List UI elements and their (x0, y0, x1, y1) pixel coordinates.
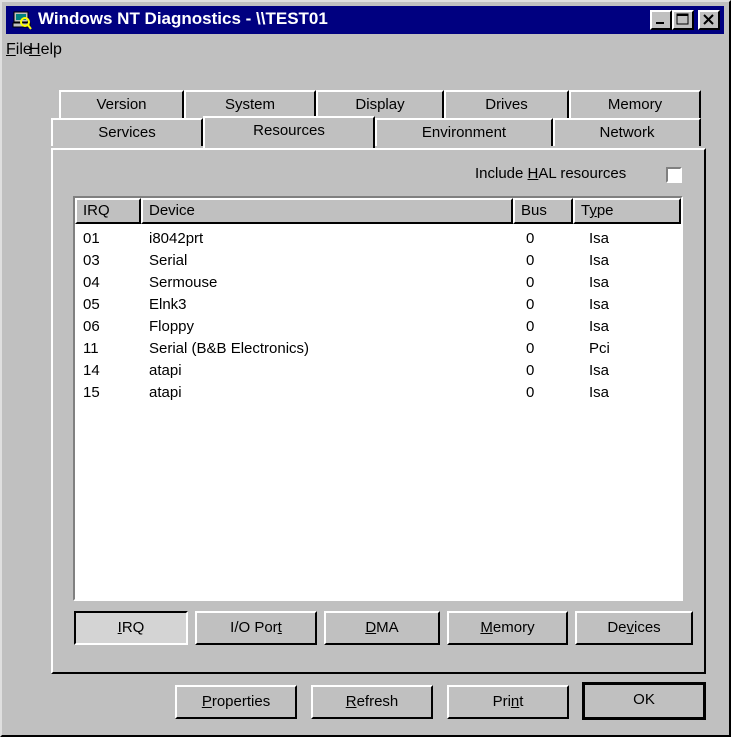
cell-type: Isa (589, 230, 610, 247)
properties-button[interactable]: Properties (175, 685, 297, 719)
memory-button[interactable]: Memory (447, 611, 568, 645)
hal-accelerator: H (527, 165, 539, 182)
cell-type: Isa (589, 384, 610, 401)
tab-services[interactable]: Services (51, 118, 203, 146)
tab-drives[interactable]: Drives (444, 90, 569, 118)
table-row[interactable]: 14 atapi 0 Isa (75, 362, 675, 384)
table-row[interactable]: 05 Elnk3 0 Isa (75, 296, 675, 318)
menu-help-accelerator: H (29, 41, 41, 58)
maximize-button[interactable] (672, 10, 694, 30)
minimize-button[interactable] (650, 10, 672, 30)
cell-device: atapi (149, 362, 182, 379)
close-button[interactable] (698, 10, 720, 30)
cell-bus: 0 (526, 318, 535, 335)
cell-irq: 01 (83, 230, 100, 247)
diagnostics-computer-icon (12, 10, 32, 30)
cell-irq: 04 (83, 274, 100, 291)
cell-irq: 03 (83, 252, 100, 269)
tab-version[interactable]: Version (59, 90, 184, 118)
cell-bus: 0 (526, 362, 535, 379)
tab-resources[interactable]: Resources (203, 116, 375, 148)
table-row[interactable]: 15 atapi 0 Isa (75, 384, 675, 406)
minimize-icon (656, 22, 664, 24)
include-hal-checkbox[interactable] (666, 167, 682, 183)
table-row[interactable]: 11 Serial (B&B Electronics) 0 Pci (75, 340, 675, 362)
cell-irq: 11 (83, 340, 99, 357)
cell-device: i8042prt (149, 230, 204, 247)
tab-display[interactable]: Display (316, 90, 444, 118)
cell-device: Elnk3 (149, 296, 187, 313)
cell-device: atapi (149, 384, 182, 401)
tab-memory[interactable]: Memory (569, 90, 701, 118)
menu-file[interactable]: File (6, 41, 32, 59)
diagnostics-window: Windows NT Diagnostics - \\TEST01 File H… (0, 0, 731, 737)
column-irq[interactable]: IRQ (75, 198, 141, 224)
cell-bus: 0 (526, 252, 535, 269)
cell-type: Isa (589, 252, 610, 269)
cell-irq: 06 (83, 318, 100, 335)
io-port-button[interactable]: I/O Port (195, 611, 317, 645)
maximize-icon (676, 13, 689, 25)
cell-irq: 05 (83, 296, 100, 313)
column-type[interactable]: Type (573, 198, 681, 224)
table-row[interactable]: 01 i8042prt 0 Isa (75, 230, 675, 252)
cell-irq: 14 (83, 362, 100, 379)
column-device[interactable]: Device (141, 198, 513, 224)
cell-bus: 0 (526, 274, 535, 291)
cell-bus: 0 (526, 230, 535, 247)
menu-file-accelerator: F (6, 41, 16, 58)
title-bar[interactable]: Windows NT Diagnostics - \\TEST01 (6, 6, 724, 34)
include-hal-label: Include HAL resources (475, 165, 627, 182)
tab-row-back: Version System Display Drives Memory (59, 90, 701, 118)
list-header: IRQ Device Bus Type (75, 198, 681, 224)
menu-help[interactable]: Help (29, 41, 62, 59)
cell-bus: 0 (526, 340, 535, 357)
table-row[interactable]: 03 Serial 0 Isa (75, 252, 675, 274)
cell-type: Isa (589, 362, 610, 379)
cell-device: Serial (149, 252, 188, 269)
irq-list-view[interactable]: IRQ Device Bus Type 01 i8042prt 0 Isa 03… (73, 196, 683, 601)
tab-network[interactable]: Network (553, 118, 701, 146)
tab-row-front: Services Resources Environment Network (51, 116, 701, 148)
tab-environment[interactable]: Environment (375, 118, 553, 146)
cell-irq: 15 (83, 384, 100, 401)
dma-button[interactable]: DMA (324, 611, 440, 645)
cell-device: Serial (B&B Electronics) (149, 340, 310, 357)
cell-type: Pci (589, 340, 610, 357)
close-icon (703, 14, 714, 25)
devices-button[interactable]: Devices (575, 611, 693, 645)
irq-button[interactable]: IRQ (74, 611, 188, 645)
cell-device: Floppy (149, 318, 195, 335)
refresh-button[interactable]: Refresh (311, 685, 433, 719)
print-button[interactable]: Print (447, 685, 569, 719)
cell-bus: 0 (526, 384, 535, 401)
column-bus[interactable]: Bus (513, 198, 573, 224)
table-row[interactable]: 04 Sermouse 0 Isa (75, 274, 675, 296)
cell-device: Sermouse (149, 274, 218, 291)
cell-bus: 0 (526, 296, 535, 313)
table-row[interactable]: 06 Floppy 0 Isa (75, 318, 675, 340)
tab-system[interactable]: System (184, 90, 316, 118)
ok-button[interactable]: OK (582, 682, 706, 720)
cell-type: Isa (589, 274, 610, 291)
cell-type: Isa (589, 318, 610, 335)
window-title: Windows NT Diagnostics - \\TEST01 (38, 9, 328, 28)
cell-type: Isa (589, 296, 610, 313)
